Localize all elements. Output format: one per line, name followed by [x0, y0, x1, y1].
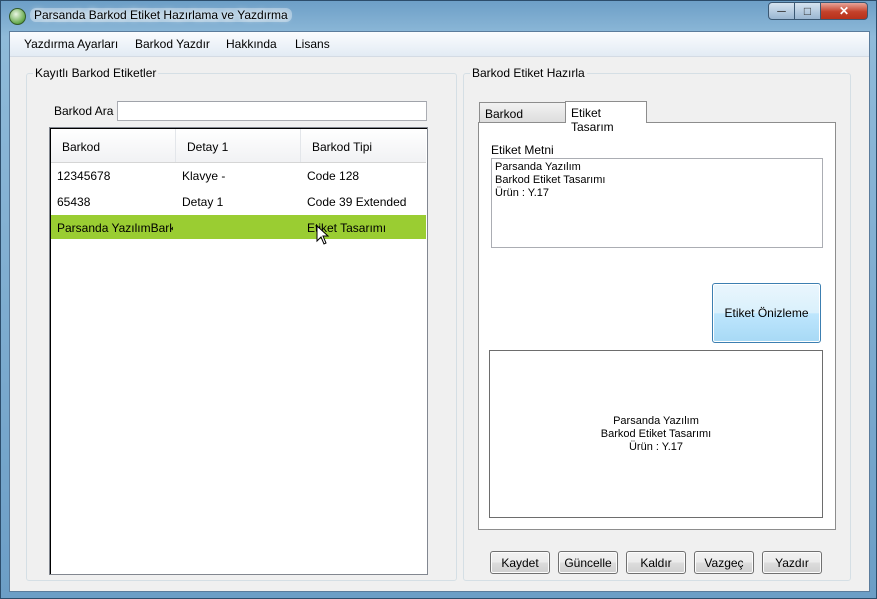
column-detay-label: Detay 1	[187, 140, 229, 154]
prepare-label-group: Barkod Etiket Hazırla Barkod Tasarım Eti…	[463, 66, 851, 581]
column-barkod-tipi[interactable]: Barkod Tipi	[301, 129, 426, 162]
label-text-input[interactable]: Parsanda Yazılım Barkod Etiket Tasarımı …	[491, 158, 823, 248]
cell-barkod: Parsanda YazılımBark...	[57, 221, 173, 235]
label-text-title: Etiket Metni	[491, 143, 554, 157]
column-detay[interactable]: Detay 1	[176, 129, 301, 162]
maximize-icon: □	[803, 4, 812, 18]
menu-lisans[interactable]: Lisans	[295, 37, 330, 51]
cell-barkod: 65438	[57, 195, 91, 209]
column-barkod[interactable]: Barkod	[51, 129, 176, 162]
menu-bar: Yazdırma Ayarları Barkod Yazdır Hakkında…	[10, 32, 869, 57]
mouse-cursor-icon	[316, 225, 330, 245]
tab-etiket-tasarim[interactable]: Etiket Tasarım	[565, 101, 647, 134]
column-barkod-tipi-label: Barkod Tipi	[312, 140, 373, 154]
table-row[interactable]: 12345678 Klavye - Code 128	[51, 163, 426, 187]
minimize-button[interactable]: ─	[768, 2, 795, 20]
cell-tip: Code 39 Extended	[307, 195, 407, 209]
window-title: Parsanda Barkod Etiket Hazırlama ve Yazd…	[30, 8, 292, 22]
kaldir-button[interactable]: Kaldır	[626, 551, 686, 574]
minimize-icon: ─	[777, 4, 786, 18]
search-input[interactable]	[117, 101, 427, 121]
title-bar[interactable]: Parsanda Barkod Etiket Hazırlama ve Yazd…	[1, 1, 876, 31]
list-header: Barkod Detay 1 Barkod Tipi	[51, 129, 426, 163]
menu-hakkinda[interactable]: Hakkında	[226, 37, 277, 51]
client-area: Yazdırma Ayarları Barkod Yazdır Hakkında…	[9, 31, 870, 592]
prepare-label-group-title: Barkod Etiket Hazırla	[470, 66, 587, 80]
tab-barkod-tasarim[interactable]: Barkod Tasarım	[479, 102, 567, 135]
cell-barkod: 12345678	[57, 169, 111, 183]
preview-text: Parsanda Yazılım Barkod Etiket Tasarımı …	[600, 415, 712, 453]
vazgec-button[interactable]: Vazgeç	[694, 551, 754, 574]
saved-labels-group: Kayıtlı Barkod Etiketler Barkod Ara Bark…	[26, 66, 457, 581]
saved-labels-group-title: Kayıtlı Barkod Etiketler	[33, 66, 159, 80]
cell-tip: Code 128	[307, 169, 360, 183]
cell-detay: Detay 1	[182, 195, 224, 209]
barcode-list[interactable]: Barkod Detay 1 Barkod Tipi 12345678 Klav…	[49, 127, 428, 575]
column-barkod-label: Barkod	[62, 140, 101, 154]
guncelle-button[interactable]: Güncelle	[558, 551, 618, 574]
close-button[interactable]: ✕	[820, 2, 868, 20]
yazdir-button[interactable]: Yazdır	[762, 551, 822, 574]
etiket-tasarim-page: Etiket Metni Parsanda Yazılım Barkod Eti…	[478, 122, 836, 530]
window-frame: Parsanda Barkod Etiket Hazırlama ve Yazd…	[0, 0, 877, 599]
close-icon: ✕	[838, 4, 850, 18]
kaydet-button[interactable]: Kaydet	[490, 551, 550, 574]
table-row[interactable]: 65438 Detay 1 Code 39 Extended	[51, 189, 426, 213]
cell-detay: Klavye -	[182, 169, 226, 183]
app-icon	[9, 8, 26, 25]
maximize-button[interactable]: □	[794, 2, 821, 20]
preview-button[interactable]: Etiket Önizleme	[712, 283, 821, 343]
table-row-selected[interactable]: Parsanda YazılımBark... Etiket Tasarımı	[51, 215, 426, 239]
label-preview: Parsanda Yazılım Barkod Etiket Tasarımı …	[489, 350, 823, 518]
menu-yazdirma-ayarlari[interactable]: Yazdırma Ayarları	[24, 37, 118, 51]
menu-barkod-yazdir[interactable]: Barkod Yazdır	[135, 37, 210, 51]
search-label: Barkod Ara	[54, 104, 114, 118]
